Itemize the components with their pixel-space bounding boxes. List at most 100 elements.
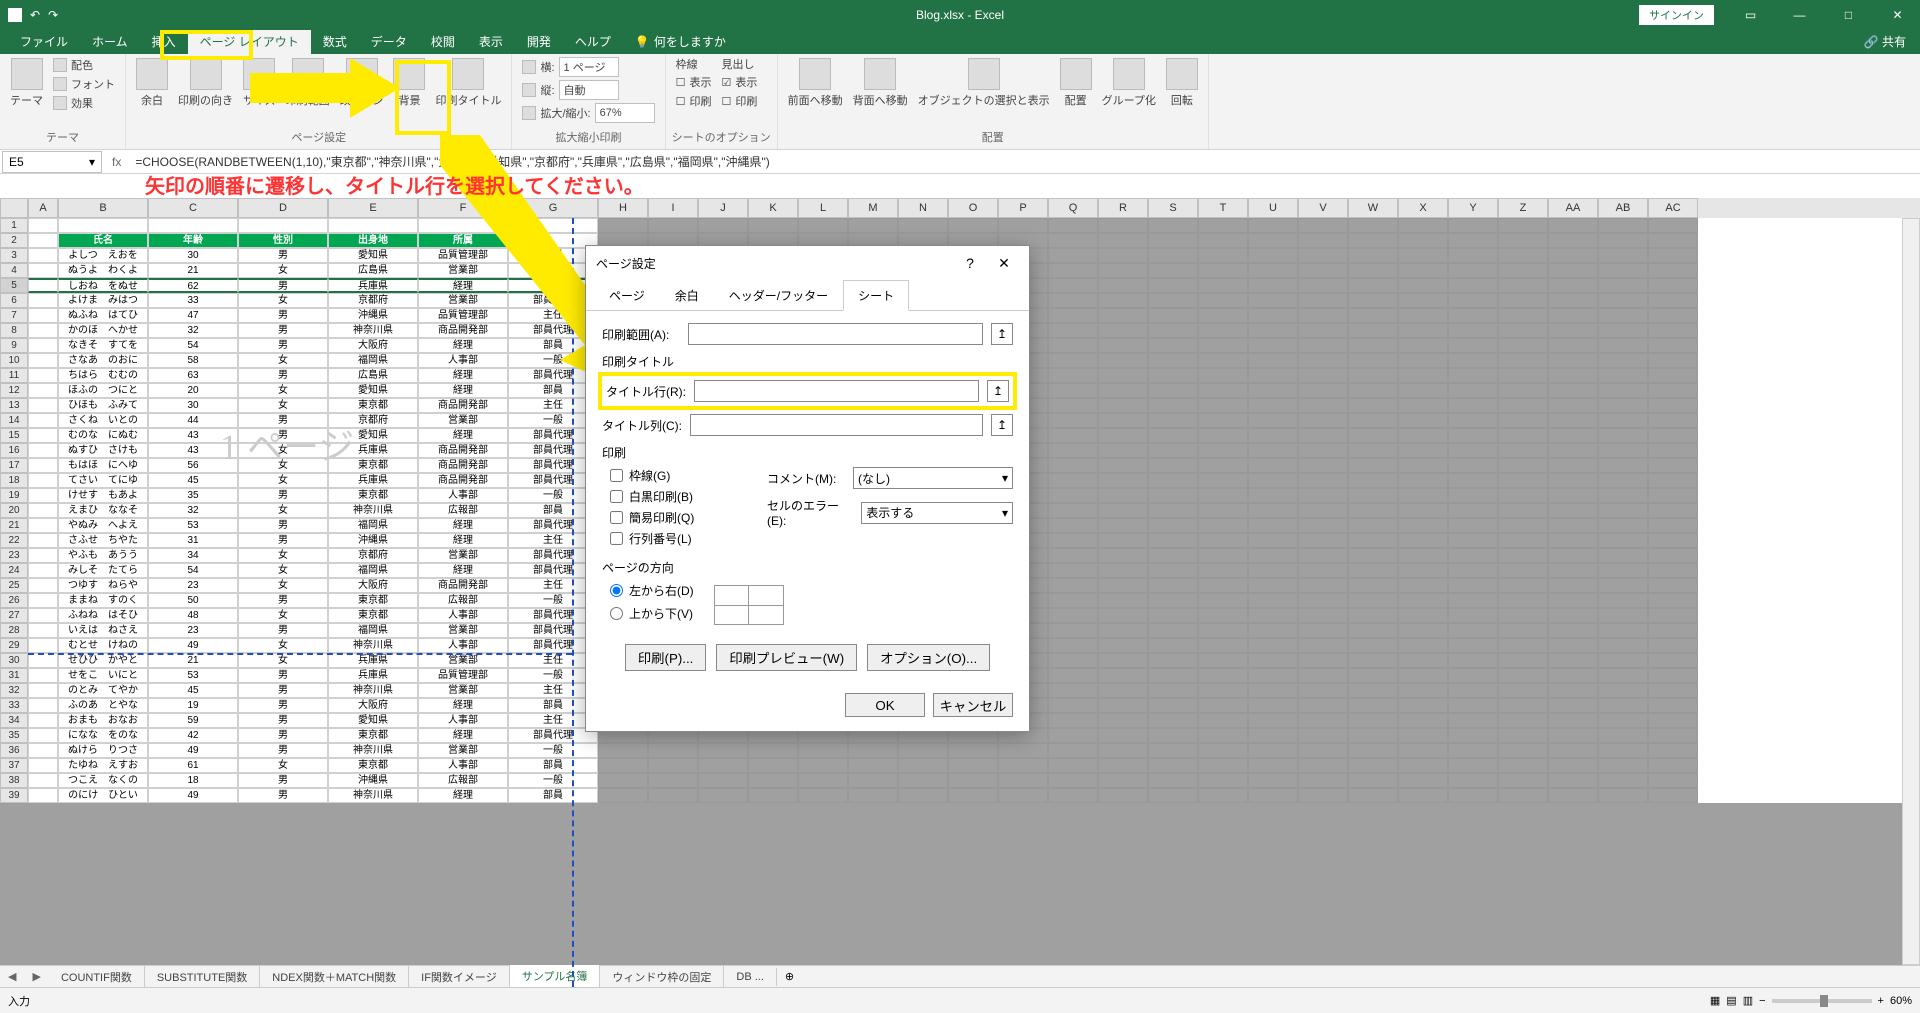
cell[interactable] — [1548, 698, 1598, 713]
cell[interactable] — [1348, 653, 1398, 668]
tab-view[interactable]: 表示 — [467, 29, 515, 54]
cell[interactable] — [1248, 743, 1298, 758]
cell[interactable] — [1198, 473, 1248, 488]
cell[interactable] — [1098, 773, 1148, 788]
cell[interactable]: 女 — [238, 473, 328, 488]
cell[interactable]: 女 — [238, 353, 328, 368]
cell[interactable] — [1648, 683, 1698, 698]
column-header[interactable]: D — [238, 198, 328, 218]
cell[interactable] — [1098, 728, 1148, 743]
cell[interactable] — [1048, 383, 1098, 398]
cell[interactable] — [1498, 503, 1548, 518]
row-header[interactable]: 28 — [0, 623, 28, 638]
cell[interactable] — [598, 758, 648, 773]
cell[interactable] — [1248, 278, 1298, 293]
cell[interactable] — [1448, 353, 1498, 368]
row-header[interactable]: 35 — [0, 728, 28, 743]
add-sheet-button[interactable]: ⊕ — [777, 970, 802, 983]
cell[interactable] — [1398, 548, 1448, 563]
cell[interactable] — [1198, 788, 1248, 803]
cell[interactable]: 女 — [238, 608, 328, 623]
cell[interactable] — [28, 338, 58, 353]
cell[interactable] — [1448, 668, 1498, 683]
cell[interactable]: 神奈川県 — [328, 683, 418, 698]
cell[interactable] — [898, 743, 948, 758]
cell[interactable] — [1298, 293, 1348, 308]
cell[interactable] — [1448, 623, 1498, 638]
cell[interactable]: 33 — [148, 293, 238, 308]
cell[interactable] — [1048, 683, 1098, 698]
cell[interactable] — [1548, 413, 1598, 428]
cell[interactable] — [328, 218, 418, 233]
cell[interactable]: 東京都 — [328, 488, 418, 503]
cell[interactable] — [1248, 218, 1298, 233]
cell[interactable] — [1448, 728, 1498, 743]
cell[interactable] — [1098, 338, 1148, 353]
cell[interactable] — [1148, 548, 1198, 563]
cell[interactable] — [1648, 488, 1698, 503]
cell[interactable] — [1298, 233, 1348, 248]
cell[interactable]: なきそ すてを — [58, 338, 148, 353]
cell[interactable] — [1648, 218, 1698, 233]
cell[interactable] — [1248, 533, 1298, 548]
cell[interactable] — [1248, 563, 1298, 578]
cell[interactable] — [1548, 563, 1598, 578]
cell[interactable] — [28, 728, 58, 743]
cell[interactable]: 女 — [238, 563, 328, 578]
cell[interactable] — [1298, 503, 1348, 518]
cell[interactable]: 43 — [148, 428, 238, 443]
cell[interactable]: 経理 — [418, 728, 508, 743]
cell[interactable]: 営業部 — [418, 623, 508, 638]
cell[interactable] — [1598, 608, 1648, 623]
cell[interactable] — [1598, 308, 1648, 323]
cell[interactable] — [1148, 563, 1198, 578]
cell[interactable] — [1248, 623, 1298, 638]
cell[interactable] — [1198, 728, 1248, 743]
cell[interactable] — [1348, 248, 1398, 263]
cell[interactable]: 47 — [148, 308, 238, 323]
cell[interactable] — [1598, 473, 1648, 488]
cell[interactable] — [1498, 533, 1548, 548]
cell[interactable] — [1348, 668, 1398, 683]
cell[interactable] — [28, 713, 58, 728]
cell[interactable] — [1648, 293, 1698, 308]
tab-home[interactable]: ホーム — [80, 29, 140, 54]
cell[interactable] — [1598, 533, 1648, 548]
cell[interactable] — [1098, 578, 1148, 593]
cell[interactable] — [1098, 743, 1148, 758]
cell[interactable]: 経理 — [418, 788, 508, 803]
height-combo[interactable]: 自動 — [559, 80, 619, 100]
cell[interactable] — [1048, 503, 1098, 518]
cell[interactable] — [1498, 458, 1548, 473]
cell[interactable] — [1598, 248, 1648, 263]
cell[interactable]: 43 — [148, 443, 238, 458]
cell[interactable] — [1448, 518, 1498, 533]
cell[interactable] — [1448, 758, 1498, 773]
title-col-input[interactable] — [690, 414, 983, 436]
column-header[interactable]: AC — [1648, 198, 1698, 218]
group-button[interactable]: グループ化 — [1098, 56, 1160, 110]
column-header[interactable]: R — [1098, 198, 1148, 218]
cell[interactable] — [28, 323, 58, 338]
cell[interactable] — [28, 683, 58, 698]
cell[interactable] — [28, 443, 58, 458]
cell[interactable] — [948, 758, 998, 773]
cell[interactable]: 東京都 — [328, 758, 418, 773]
row-header[interactable]: 8 — [0, 323, 28, 338]
cell[interactable]: 男 — [238, 488, 328, 503]
row-header[interactable]: 14 — [0, 413, 28, 428]
cell[interactable]: 44 — [148, 413, 238, 428]
cell[interactable] — [1198, 443, 1248, 458]
row-header[interactable]: 21 — [0, 518, 28, 533]
cell[interactable] — [1648, 383, 1698, 398]
cell[interactable] — [1448, 398, 1498, 413]
column-header[interactable]: T — [1198, 198, 1248, 218]
cell[interactable]: 商品開発部 — [418, 398, 508, 413]
column-header[interactable]: A — [28, 198, 58, 218]
cell[interactable] — [648, 758, 698, 773]
cell[interactable]: 商品開発部 — [418, 473, 508, 488]
cell[interactable] — [1598, 713, 1648, 728]
cell[interactable]: 42 — [148, 728, 238, 743]
cell[interactable] — [1348, 458, 1398, 473]
cell[interactable] — [28, 548, 58, 563]
